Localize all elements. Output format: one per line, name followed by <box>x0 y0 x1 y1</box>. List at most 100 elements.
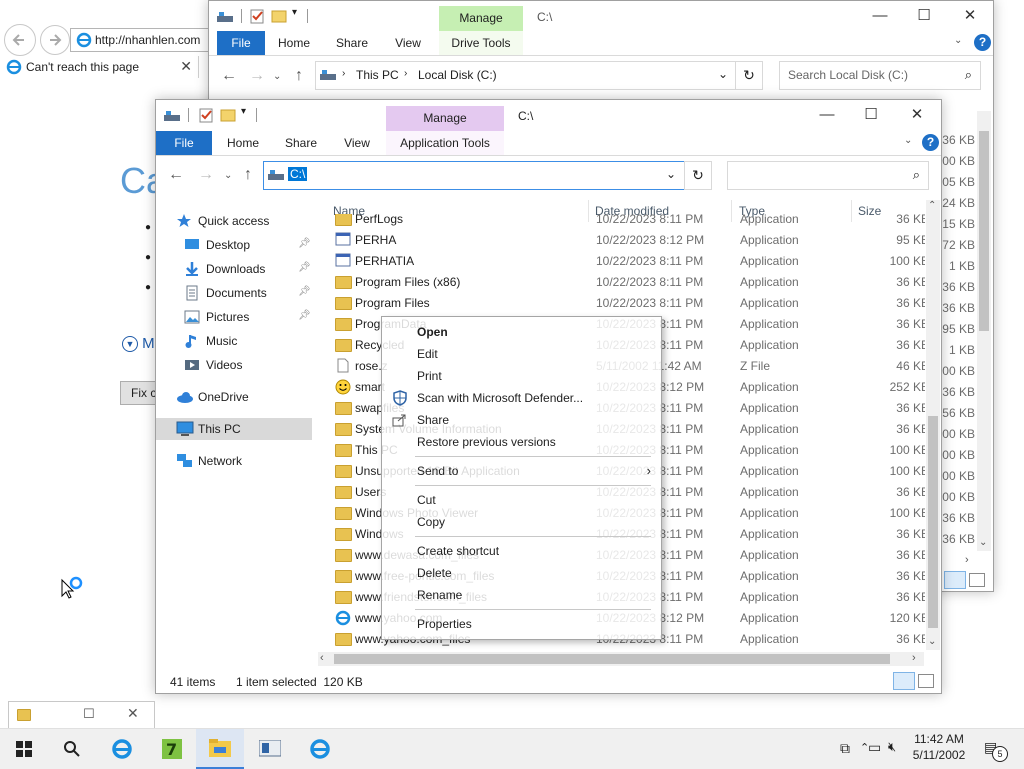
address-bar[interactable]: › This PC › Local Disk (C:) ⌄ <box>315 61 737 90</box>
start-button[interactable] <box>0 729 48 769</box>
new-folder-icon[interactable] <box>271 8 287 24</box>
details-view-button[interactable] <box>893 672 915 690</box>
ie-address-bar[interactable]: http://nhanhlen.com <box>70 28 222 52</box>
chevron-down-icon[interactable]: ⌄ <box>904 135 912 146</box>
context-menu[interactable]: Open Edit Print Scan with Microsoft Defende… <box>381 316 662 640</box>
menu-item-share[interactable]: Share <box>382 409 661 431</box>
menu-item-properties[interactable]: Properties <box>382 613 661 635</box>
tab-home[interactable]: Home <box>218 131 268 155</box>
tab-file[interactable]: File <box>156 131 212 155</box>
close-button[interactable]: ✕ <box>894 100 940 130</box>
vertical-scrollbar[interactable] <box>977 111 991 551</box>
ie-tab[interactable]: Can't reach this page ✕ <box>0 56 199 78</box>
menu-item-delete[interactable]: Delete <box>382 562 661 584</box>
more-info-link[interactable]: ▼ M <box>122 335 155 352</box>
close-icon[interactable]: ✕ <box>180 58 192 75</box>
address-value[interactable]: C:\ <box>288 167 308 181</box>
help-icon[interactable]: ? <box>974 34 991 51</box>
tab-view[interactable]: View <box>385 31 431 55</box>
nav-item-downloads[interactable]: Downloads 📌︎ <box>156 258 312 280</box>
menu-item-create-shortcut[interactable]: Create shortcut <box>382 540 661 562</box>
breadcrumb-this-pc[interactable]: This PC <box>356 68 399 82</box>
pin-icon[interactable]: 📌︎ <box>298 262 311 273</box>
refresh-button[interactable]: ↻ <box>684 161 712 190</box>
chevron-down-icon[interactable]: ⌄ <box>718 67 728 81</box>
search-input[interactable]: Search Local Disk (C:) ⌕ <box>779 61 981 90</box>
people-icon[interactable]: ⧉ <box>840 740 850 757</box>
nav-item-desktop[interactable]: Desktop 📌︎ <box>156 234 312 256</box>
vertical-scrollbar[interactable]: ⌃ ⌄ <box>926 200 940 650</box>
ie-forward-button[interactable] <box>40 25 70 55</box>
forward-arrow-icon[interactable]: → <box>249 67 265 85</box>
clock[interactable]: 11:42 AM 5/11/2002 <box>906 732 972 762</box>
taskbar-app[interactable]: 7 <box>148 729 196 769</box>
menu-item-rename[interactable]: Rename <box>382 584 661 606</box>
tab-application-tools[interactable]: Application Tools <box>386 131 504 155</box>
search-button[interactable] <box>48 729 96 769</box>
tab-view[interactable]: View <box>332 131 382 155</box>
maximize-button[interactable]: ☐ <box>901 1 947 31</box>
table-row[interactable]: PerfLogs 10/22/2023 8:11 PM Application 36 … <box>333 214 925 229</box>
minimize-button[interactable]: — <box>804 100 850 130</box>
nav-item-documents[interactable]: Documents 📌︎ <box>156 282 312 304</box>
chevron-down-icon[interactable]: ▾ <box>292 7 297 18</box>
volume-muted-icon[interactable]: 🔇︎ <box>888 739 896 755</box>
chevron-down-icon[interactable]: ⌄ <box>273 71 281 82</box>
details-view-button[interactable] <box>944 571 966 589</box>
large-icons-view-button[interactable] <box>918 674 934 688</box>
minimize-button[interactable]: — <box>857 1 903 31</box>
table-row[interactable]: PERHATIA 10/22/2023 8:11 PM Application 100… <box>333 250 925 271</box>
new-folder-icon[interactable] <box>220 107 236 123</box>
search-input[interactable]: ⌕ <box>727 161 929 190</box>
properties-icon[interactable] <box>198 107 214 123</box>
close-button[interactable]: ✕ <box>947 1 993 31</box>
pin-icon[interactable]: 📌︎ <box>298 286 311 297</box>
table-row[interactable]: Program Files 10/22/2023 8:11 PM Applicati… <box>333 292 925 313</box>
back-arrow-icon[interactable]: ← <box>221 67 237 85</box>
chevron-down-icon[interactable]: ▾ <box>241 106 246 117</box>
pin-icon[interactable]: 📌︎ <box>298 238 311 249</box>
taskbar-server-manager[interactable] <box>246 729 294 769</box>
forward-arrow-icon[interactable]: → <box>198 166 214 184</box>
tab-share[interactable]: Share <box>329 31 375 55</box>
network-tray-icon[interactable]: ▭ <box>868 739 881 756</box>
nav-item-quick-access[interactable]: Quick access <box>156 210 312 232</box>
up-arrow-icon[interactable]: ↑ <box>244 166 252 184</box>
nav-item-onedrive[interactable]: OneDrive <box>156 386 312 408</box>
menu-item-open[interactable]: Open <box>382 321 661 343</box>
menu-item-copy[interactable]: Copy <box>382 511 661 533</box>
table-row[interactable]: Program Files (x86) 10/22/2023 8:11 PM App… <box>333 271 925 292</box>
nav-item-pictures[interactable]: Pictures 📌︎ <box>156 306 312 328</box>
tab-home[interactable]: Home <box>271 31 317 55</box>
menu-item-print[interactable]: Print <box>382 365 661 387</box>
taskbar-file-explorer[interactable] <box>196 729 244 769</box>
taskbar-internet-explorer[interactable] <box>296 729 344 769</box>
tab-drive-tools[interactable]: Drive Tools <box>439 31 523 55</box>
address-bar[interactable]: C:\ ⌄ <box>263 161 685 190</box>
chevron-down-icon[interactable]: ⌄ <box>979 537 987 548</box>
breadcrumb-local-disk[interactable]: Local Disk (C:) <box>418 68 497 82</box>
nav-item-network[interactable]: Network <box>156 450 312 472</box>
back-arrow-icon[interactable]: ← <box>168 166 184 184</box>
help-icon[interactable]: ? <box>922 134 939 151</box>
properties-icon[interactable] <box>249 8 265 24</box>
action-center-button[interactable]: ▤ 5 <box>982 737 1008 762</box>
chevron-down-icon[interactable]: ⌄ <box>224 170 232 181</box>
refresh-button[interactable]: ↻ <box>735 61 763 90</box>
close-button[interactable]: ✕ <box>127 705 139 722</box>
tab-file[interactable]: File <box>217 31 265 55</box>
menu-item-send-to[interactable]: Send to › <box>382 460 661 482</box>
navigation-pane[interactable]: Quick access Desktop 📌︎ Downloads 📌︎ Document… <box>156 210 316 670</box>
maximize-button[interactable]: ☐ <box>848 100 894 130</box>
nav-item-videos[interactable]: Videos <box>156 354 312 376</box>
chevron-down-icon[interactable]: ⌄ <box>666 167 676 181</box>
nav-item-this-pc[interactable]: This PC <box>156 418 312 440</box>
mini-window[interactable]: ☐ ✕ <box>8 701 155 729</box>
maximize-button[interactable]: ☐ <box>83 706 95 722</box>
large-icons-view-button[interactable] <box>969 573 985 587</box>
horizontal-scrollbar[interactable]: ‹ › <box>318 652 924 666</box>
menu-item-cut[interactable]: Cut <box>382 489 661 511</box>
ie-back-button[interactable] <box>4 24 36 56</box>
menu-item-edit[interactable]: Edit <box>382 343 661 365</box>
chevron-down-icon[interactable]: ⌄ <box>954 35 962 46</box>
